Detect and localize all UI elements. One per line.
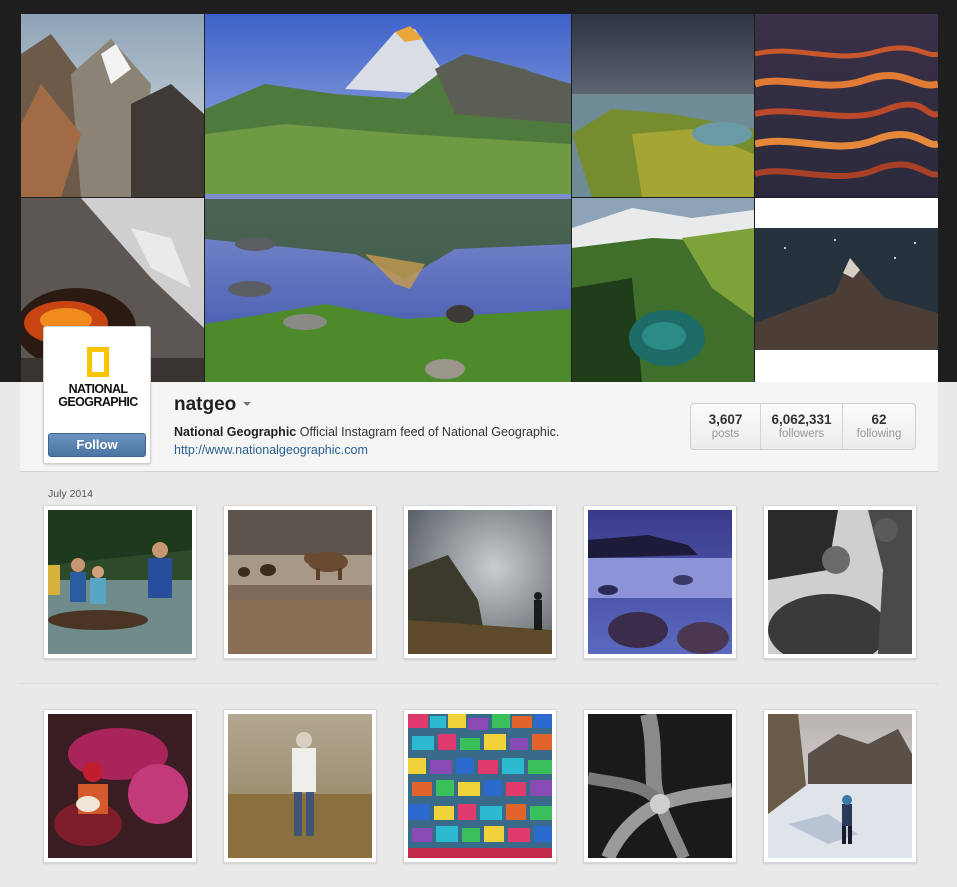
stat-following-count: 62 — [871, 412, 887, 427]
cover-photo-coastline[interactable] — [572, 14, 754, 197]
feed-row — [20, 473, 938, 675]
feed-photo-foggy-hiker[interactable] — [403, 505, 557, 659]
feed-photo-glacier-climber[interactable] — [763, 709, 917, 863]
natgeo-logo-text: NATIONAL GEOGRAPHIC — [58, 382, 138, 409]
photo-feed: July 2014 — [20, 473, 938, 887]
stat-followers-label: followers — [778, 428, 825, 440]
feed-photo-colorful-houses[interactable] — [403, 709, 557, 863]
profile-username[interactable]: natgeo — [174, 394, 236, 416]
cover-photo-rocky-peaks[interactable] — [21, 14, 204, 197]
profile-header: NATIONAL GEOGRAPHIC Follow natgeo Nation… — [20, 326, 938, 472]
stat-posts-count: 3,607 — [708, 412, 743, 427]
avatar[interactable]: NATIONAL GEOGRAPHIC — [50, 333, 146, 429]
feed-photo-bw-portrait[interactable] — [763, 505, 917, 659]
cover-mosaic — [21, 14, 938, 382]
cover-photo-mountain-lake[interactable] — [205, 14, 571, 382]
feed-photo-colorful-textiles[interactable] — [43, 709, 197, 863]
feed-photo-misty-shore[interactable] — [583, 505, 737, 659]
cover-band — [0, 0, 957, 382]
feed-row — [20, 683, 938, 885]
chevron-down-icon[interactable] — [243, 402, 251, 406]
avatar-card: NATIONAL GEOGRAPHIC Follow — [43, 326, 151, 464]
cover-photo-valley-lake[interactable] — [572, 198, 754, 382]
cover-photo-night-peak[interactable] — [755, 198, 938, 382]
profile-full-name: National Geographic — [174, 425, 297, 439]
stat-posts-label: posts — [711, 428, 740, 440]
natgeo-logo-frame-icon — [87, 347, 109, 377]
follow-button[interactable]: Follow — [48, 433, 146, 457]
profile-bio-text: Official Instagram feed of National Geog… — [299, 425, 560, 439]
cover-photo-rippled-water[interactable] — [755, 14, 938, 197]
stat-followers-count: 6,062,331 — [771, 412, 832, 427]
stat-followers[interactable]: 6,062,331 followers — [761, 404, 843, 449]
stat-following[interactable]: 62 following — [843, 404, 915, 449]
profile-bio: National Geographic Official Instagram f… — [174, 425, 559, 439]
feed-photo-river-boat[interactable] — [43, 505, 197, 659]
feed-photo-bears[interactable] — [223, 505, 377, 659]
feed-photo-man-in-field[interactable] — [223, 709, 377, 863]
profile-stats: 3,607 posts 6,062,331 followers 62 follo… — [690, 403, 916, 450]
feed-photo-octopus-bw[interactable] — [583, 709, 737, 863]
stat-posts[interactable]: 3,607 posts — [691, 404, 761, 449]
stat-following-label: following — [856, 428, 902, 440]
profile-website-link[interactable]: http://www.nationalgeographic.com — [174, 443, 368, 457]
